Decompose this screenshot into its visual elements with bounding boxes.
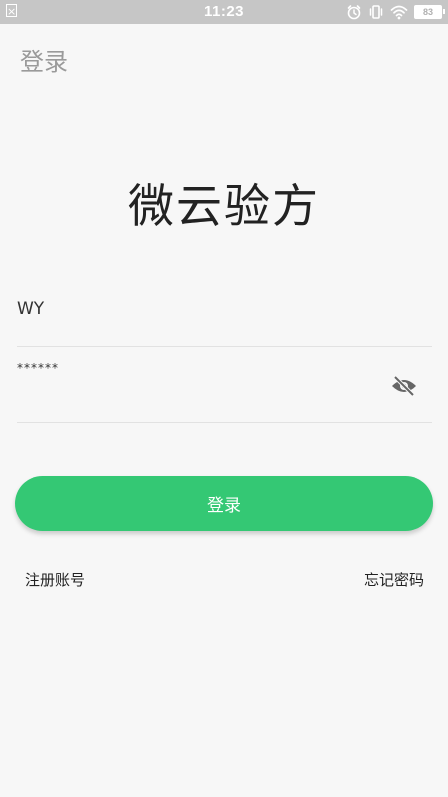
battery-icon: 83 [414, 5, 445, 19]
login-button[interactable]: 登录 [15, 476, 433, 531]
username-field [17, 288, 432, 347]
forgot-password-link[interactable]: 忘记密码 [364, 569, 424, 591]
vibrate-icon [368, 4, 384, 20]
password-input[interactable] [17, 358, 377, 378]
register-link[interactable]: 注册账号 [25, 569, 85, 591]
alarm-icon [346, 4, 362, 20]
battery-level: 83 [422, 6, 433, 17]
username-input[interactable] [17, 296, 377, 322]
page-title: 登录 [20, 48, 68, 76]
status-bar: × 11:23 83 [0, 0, 448, 24]
eye-off-icon[interactable] [390, 374, 418, 398]
wifi-icon [390, 4, 408, 20]
password-field [17, 356, 432, 423]
app-title: 微云验方 [128, 179, 320, 233]
status-icons: 83 [346, 0, 445, 24]
